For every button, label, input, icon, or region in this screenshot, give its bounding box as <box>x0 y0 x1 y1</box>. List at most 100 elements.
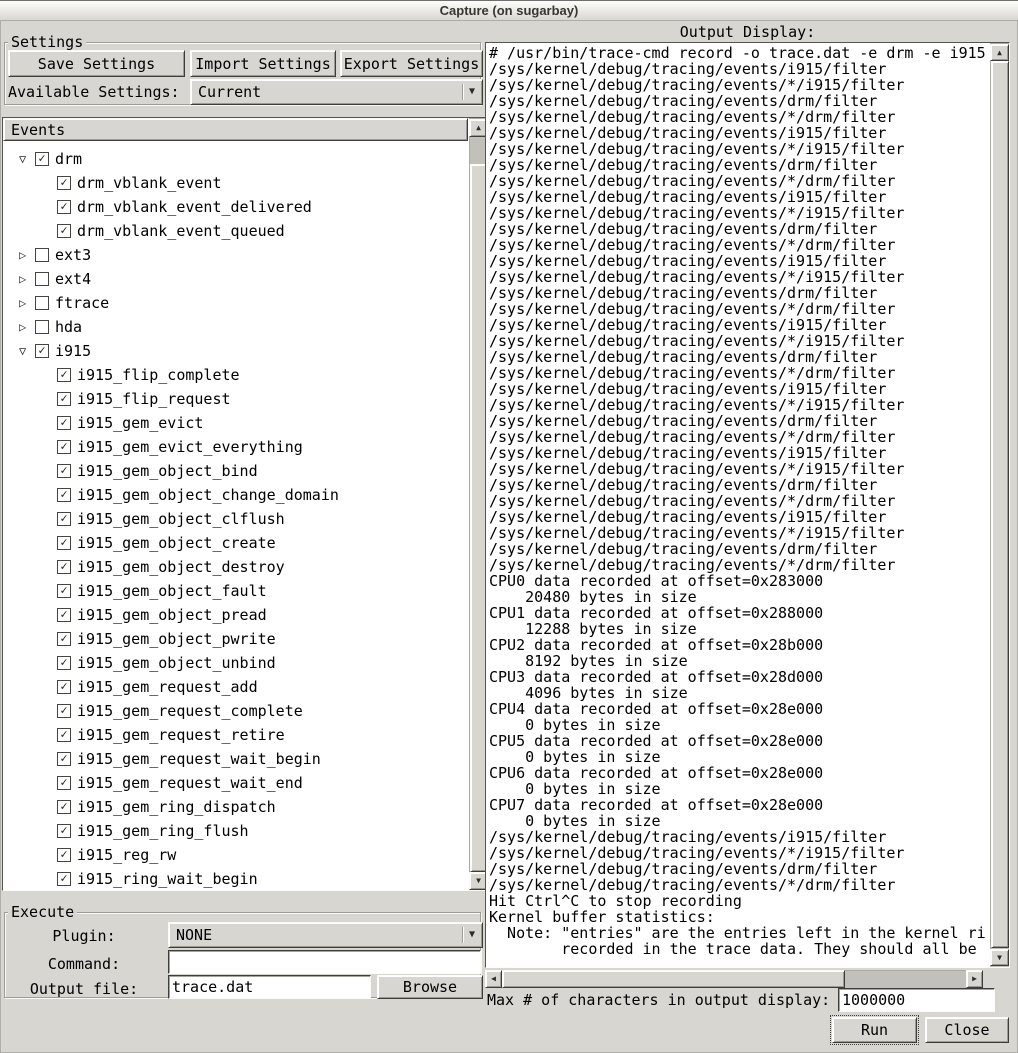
expander-closed-icon[interactable]: ▷ <box>19 272 35 286</box>
event-checkbox[interactable]: ✓ <box>57 872 71 886</box>
tree-row-drm_vblank_event[interactable]: ✓drm_vblank_event <box>3 171 447 195</box>
event-checkbox[interactable]: ✓ <box>57 416 71 430</box>
tree-row-i915_reg_rw[interactable]: ✓i915_reg_rw <box>3 843 447 867</box>
tree-row-ext3[interactable]: ▷ext3 <box>3 243 447 267</box>
event-checkbox[interactable]: ✓ <box>57 680 71 694</box>
event-checkbox[interactable]: ✓ <box>57 224 71 238</box>
event-checkbox[interactable]: ✓ <box>57 440 71 454</box>
tree-row-i915_ring_wait_begin[interactable]: ✓i915_ring_wait_begin <box>3 867 447 891</box>
tree-row-i915_gem_request_add[interactable]: ✓ i915_gem_request_add <box>3 675 447 699</box>
tree-row-i915_gem_request_complete[interactable]: ✓i915_gem_request_complete <box>3 699 447 723</box>
output-file-input[interactable] <box>168 975 371 999</box>
tree-row-i915_gem_object_clflush[interactable]: ✓i915_gem_object_clflush <box>3 507 447 531</box>
event-checkbox[interactable]: ✓ <box>35 152 49 166</box>
tree-row-i915_gem_object_bind[interactable]: ✓i915_gem_object_bind <box>3 459 447 483</box>
tree-row-i915_gem_request_wait_begin[interactable]: ✓ i915_gem_request_wait_begin <box>3 747 447 771</box>
event-checkbox[interactable] <box>35 320 49 334</box>
tree-row-i915_gem_ring_flush[interactable]: ✓ i915_gem_ring_flush <box>3 819 447 843</box>
save-settings-button[interactable]: Save Settings <box>8 50 185 77</box>
event-checkbox[interactable]: ✓ <box>57 752 71 766</box>
tree-row-i915_gem_object_fault[interactable]: ✓i915_gem_object_fault <box>3 579 447 603</box>
tree-row-i915_gem_evict[interactable]: ✓ i915_gem_evict <box>3 411 447 435</box>
scroll-up-icon[interactable]: ▲ <box>990 44 1009 61</box>
import-settings-button[interactable]: Import Settings <box>190 50 336 77</box>
event-checkbox[interactable]: ✓ <box>35 344 49 358</box>
export-settings-button[interactable]: Export Settings <box>340 50 483 77</box>
event-checkbox[interactable]: ✓ <box>57 656 71 670</box>
combo-separator <box>462 84 464 101</box>
output-scrollbar-thumb[interactable] <box>991 61 1009 948</box>
plugin-combo[interactable]: NONE ▼ <box>168 922 483 948</box>
event-checkbox[interactable]: ✓ <box>57 776 71 790</box>
event-checkbox[interactable]: ✓ <box>57 824 71 838</box>
event-label: i915_gem_object_create <box>77 534 276 552</box>
event-checkbox[interactable]: ✓ <box>57 200 71 214</box>
output-hscrollbar-thumb[interactable] <box>502 970 845 988</box>
event-checkbox[interactable]: ✓ <box>57 728 71 742</box>
tree-row-i915_gem_object_change_domain[interactable]: ✓i915_gem_object_change_domain <box>3 483 447 507</box>
tree-row-i915_gem_request_wait_end[interactable]: ✓i915_gem_request_wait_end <box>3 771 447 795</box>
available-settings-combo[interactable]: Current ▼ <box>190 79 483 105</box>
events-column-header[interactable]: Events <box>3 118 468 141</box>
events-panel: ▽✓drm✓drm_vblank_event✓drm_vblank_event_… <box>2 117 488 891</box>
event-checkbox[interactable]: ✓ <box>57 848 71 862</box>
tree-row-ext4[interactable]: ▷ext4 <box>3 267 447 291</box>
event-checkbox[interactable]: ✓ <box>57 368 71 382</box>
event-checkbox[interactable]: ✓ <box>57 800 71 814</box>
tree-row-i915_gem_evict_everything[interactable]: ✓i915_gem_evict_everything <box>3 435 447 459</box>
tree-row-i915_gem_object_pwrite[interactable]: ✓i915_gem_object_pwrite <box>3 627 447 651</box>
event-checkbox[interactable]: ✓ <box>57 536 71 550</box>
event-checkbox[interactable]: ✓ <box>57 488 71 502</box>
tree-row-i915_gem_object_create[interactable]: ✓ i915_gem_object_create <box>3 531 447 555</box>
event-checkbox[interactable]: ✓ <box>57 608 71 622</box>
max-chars-input[interactable] <box>838 988 995 1012</box>
event-checkbox[interactable]: ✓ <box>57 176 71 190</box>
expander-open-icon[interactable]: ▽ <box>19 344 35 358</box>
tree-row-i915_gem_request_retire[interactable]: ✓ i915_gem_request_retire <box>3 723 447 747</box>
event-checkbox[interactable]: ✓ <box>57 392 71 406</box>
tree-row-hda[interactable]: ▷hda <box>3 315 447 339</box>
event-label: i915_gem_ring_flush <box>77 822 249 840</box>
command-input[interactable] <box>168 950 481 974</box>
expander-closed-icon[interactable]: ▷ <box>19 248 35 262</box>
scroll-left-icon[interactable]: ◀ <box>485 970 502 988</box>
available-settings-label: Available Settings: <box>8 83 180 102</box>
expander-open-icon[interactable]: ▽ <box>19 152 35 166</box>
plugin-value: NONE <box>169 926 462 944</box>
event-checkbox[interactable] <box>35 272 49 286</box>
event-checkbox[interactable]: ✓ <box>57 584 71 598</box>
tree-row-i915_flip_request[interactable]: ✓i915_flip_request <box>3 387 447 411</box>
scroll-down-icon[interactable]: ▼ <box>990 949 1009 966</box>
tree-row-i915_flip_complete[interactable]: ✓i915_flip_complete <box>3 363 447 387</box>
tree-row-i915_gem_object_destroy[interactable]: ✓i915_gem_object_destroy <box>3 555 447 579</box>
event-checkbox[interactable]: ✓ <box>57 632 71 646</box>
event-label: i915_gem_request_add <box>77 678 258 696</box>
close-button[interactable]: Close <box>925 1017 1009 1043</box>
event-label: i915_gem_evict <box>77 414 203 432</box>
event-checkbox[interactable] <box>35 248 49 262</box>
event-label: i915_gem_request_wait_begin <box>77 750 321 768</box>
tree-row-drm_vblank_event_queued[interactable]: ✓drm_vblank_event_queued <box>3 219 447 243</box>
tree-row-i915_gem_object_unbind[interactable]: ✓i915_gem_object_unbind <box>3 651 447 675</box>
tree-row-i915_gem_object_pread[interactable]: ✓i915_gem_object_pread <box>3 603 447 627</box>
event-label: i915_gem_request_retire <box>77 726 285 744</box>
event-checkbox[interactable]: ✓ <box>57 464 71 478</box>
event-checkbox[interactable]: ✓ <box>57 512 71 526</box>
expander-closed-icon[interactable]: ▷ <box>19 320 35 334</box>
command-label: Command: <box>4 955 164 974</box>
event-label: i915 <box>55 342 91 360</box>
run-button[interactable]: Run <box>832 1017 917 1043</box>
tree-row-drm_vblank_event_delivered[interactable]: ✓drm_vblank_event_delivered <box>3 195 447 219</box>
tree-row-drm[interactable]: ▽✓drm <box>3 147 447 171</box>
event-checkbox[interactable]: ✓ <box>57 704 71 718</box>
tree-row-i915[interactable]: ▽✓ i915 <box>3 339 447 363</box>
tree-row-i915_gem_ring_dispatch[interactable]: ✓i915_gem_ring_dispatch <box>3 795 447 819</box>
tree-row-ftrace[interactable]: ▷ftrace <box>3 291 447 315</box>
titlebar[interactable]: Capture (on sugarbay) <box>0 0 1018 21</box>
scroll-right-icon[interactable]: ▶ <box>966 970 983 988</box>
output-display-title: Output Display: <box>485 23 1010 42</box>
event-checkbox[interactable] <box>35 296 49 310</box>
event-checkbox[interactable]: ✓ <box>57 560 71 574</box>
browse-button[interactable]: Browse <box>377 975 483 999</box>
expander-closed-icon[interactable]: ▷ <box>19 296 35 310</box>
